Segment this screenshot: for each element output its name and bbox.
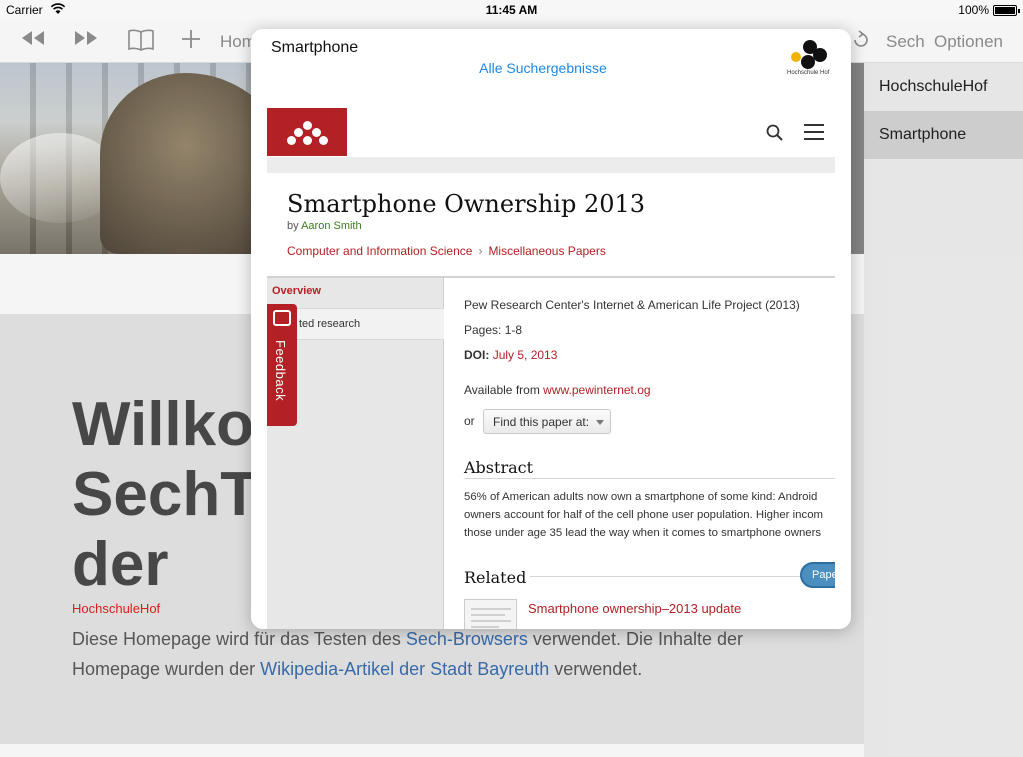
or-label: or [464, 414, 475, 428]
reload-icon[interactable] [852, 30, 868, 58]
paper-source: Pew Research Center's Internet & America… [464, 298, 800, 312]
pewinternet-link[interactable]: www.pewinternet.og [543, 383, 650, 397]
search-result-popover: Smartphone Alle Suchergebnisse Hochschul… [251, 29, 851, 629]
paper-details: Pew Research Center's Internet & America… [464, 278, 835, 629]
paper-side-nav: Overview ted research Feedback [267, 278, 444, 629]
related-paper-link[interactable]: Smartphone ownership–2013 update [528, 601, 741, 616]
nav-overview[interactable]: Overview [272, 285, 321, 297]
breadcrumb: Computer and Information Science › Miscell… [287, 244, 606, 258]
paper-doi: DOI: July 5, 2013 [464, 348, 558, 362]
paper-author: by Aaron Smith [287, 220, 362, 232]
battery-icon [993, 5, 1020, 16]
all-results-link[interactable]: Alle Suchergebnisse [251, 60, 835, 76]
options-button[interactable]: Optionen [934, 32, 1003, 52]
search-button[interactable]: Sech [886, 32, 925, 52]
breadcrumb-category[interactable]: Computer and Information Science [287, 244, 472, 258]
abstract-text: 56% of American adults now own a smartph… [464, 491, 824, 539]
related-paper-thumbnail[interactable] [464, 599, 517, 629]
battery-percent: 100% [958, 3, 989, 17]
mendeley-logo[interactable] [267, 108, 347, 156]
paper-title: Smartphone Ownership 2013 [287, 190, 646, 218]
hamburger-menu-icon[interactable] [804, 124, 824, 140]
find-paper-select[interactable]: Find this paper at: [483, 409, 611, 434]
papers-filter-button[interactable]: Pape [800, 562, 835, 588]
breadcrumb-subcategory[interactable]: Miscellaneous Papers [488, 244, 605, 258]
related-heading: Related [464, 568, 527, 587]
chevron-down-icon [596, 420, 604, 425]
paper-availability: Available from www.pewinternet.og [464, 383, 651, 397]
bookmarks-icon[interactable] [127, 28, 155, 58]
fast-forward-icon[interactable] [73, 28, 99, 54]
add-icon[interactable] [180, 28, 202, 56]
doi-link[interactable]: July 5, 2013 [493, 348, 558, 362]
embedded-paper-page: Smartphone Ownership 2013 by Aaron Smith… [267, 108, 835, 629]
search-icon[interactable] [765, 123, 785, 143]
clock: 11:45 AM [485, 3, 538, 17]
paper-pages: Pages: 1-8 [464, 323, 523, 337]
feedback-tab[interactable]: Feedback [267, 304, 297, 426]
megaphone-icon [273, 310, 291, 326]
author-link[interactable]: Aaron Smith [301, 220, 362, 232]
rewind-icon[interactable] [20, 28, 46, 54]
hochschule-hof-logo: Hochschule Hof [787, 38, 837, 80]
abstract-heading: Abstract [464, 458, 534, 477]
mendeley-header [267, 108, 835, 157]
popover-title: Smartphone [271, 39, 359, 56]
status-bar: Carrier 11:45 AM 100% [0, 0, 1023, 20]
